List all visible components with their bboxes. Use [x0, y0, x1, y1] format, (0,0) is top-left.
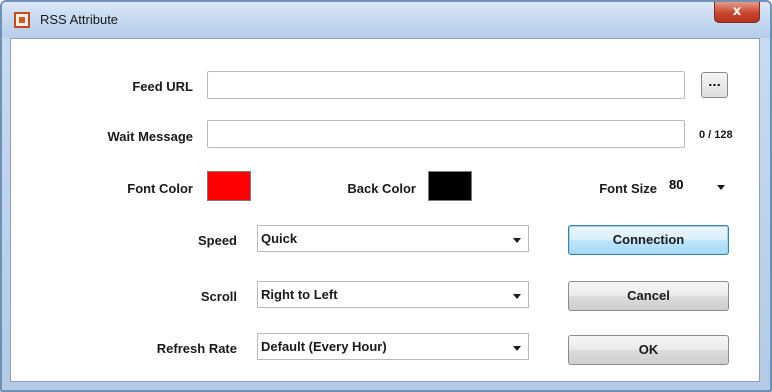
wait-message-input[interactable]	[207, 120, 685, 148]
wait-message-label: Wait Message	[107, 129, 194, 144]
scroll-select[interactable]: Right to Left	[257, 281, 529, 308]
character-counter: 0 / 128	[699, 129, 733, 141]
rss-attribute-dialog: RSS Attribute x Feed URL ... Wait Messag…	[0, 0, 772, 392]
chevron-down-icon	[513, 294, 521, 299]
refresh-rate-label: Refresh Rate	[156, 341, 237, 356]
connection-button[interactable]: Connection	[568, 225, 729, 255]
feed-url-input[interactable]	[207, 71, 685, 99]
browse-button[interactable]: ...	[701, 72, 728, 98]
scroll-value: Right to Left	[261, 287, 338, 302]
scroll-label: Scroll	[200, 289, 237, 304]
cancel-button[interactable]: Cancel	[568, 281, 729, 311]
close-icon: x	[732, 4, 742, 19]
title-bar[interactable]: RSS Attribute x	[2, 2, 770, 38]
speed-label: Speed	[197, 233, 237, 248]
font-size-value: 80	[669, 177, 684, 192]
font-size-label: Font Size	[599, 181, 657, 196]
chevron-down-icon	[717, 185, 725, 190]
refresh-rate-select[interactable]: Default (Every Hour)	[257, 333, 529, 360]
window-title: RSS Attribute	[40, 12, 119, 27]
feed-url-label: Feed URL	[132, 79, 193, 94]
back-color-label: Back Color	[347, 181, 416, 196]
close-button[interactable]: x	[714, 2, 760, 23]
speed-value: Quick	[261, 231, 298, 246]
rss-app-icon	[14, 12, 30, 28]
dialog-body: Feed URL ... Wait Message 0 / 128 Font C…	[10, 38, 760, 382]
refresh-rate-value: Default (Every Hour)	[261, 339, 387, 354]
back-color-swatch[interactable]	[428, 171, 472, 201]
font-color-swatch[interactable]	[207, 171, 251, 201]
font-color-label: Font Color	[127, 181, 193, 196]
chevron-down-icon	[513, 238, 521, 243]
font-size-select[interactable]: 80	[666, 175, 730, 199]
chevron-down-icon	[513, 346, 521, 351]
speed-select[interactable]: Quick	[257, 225, 529, 252]
ok-button[interactable]: OK	[568, 335, 729, 365]
